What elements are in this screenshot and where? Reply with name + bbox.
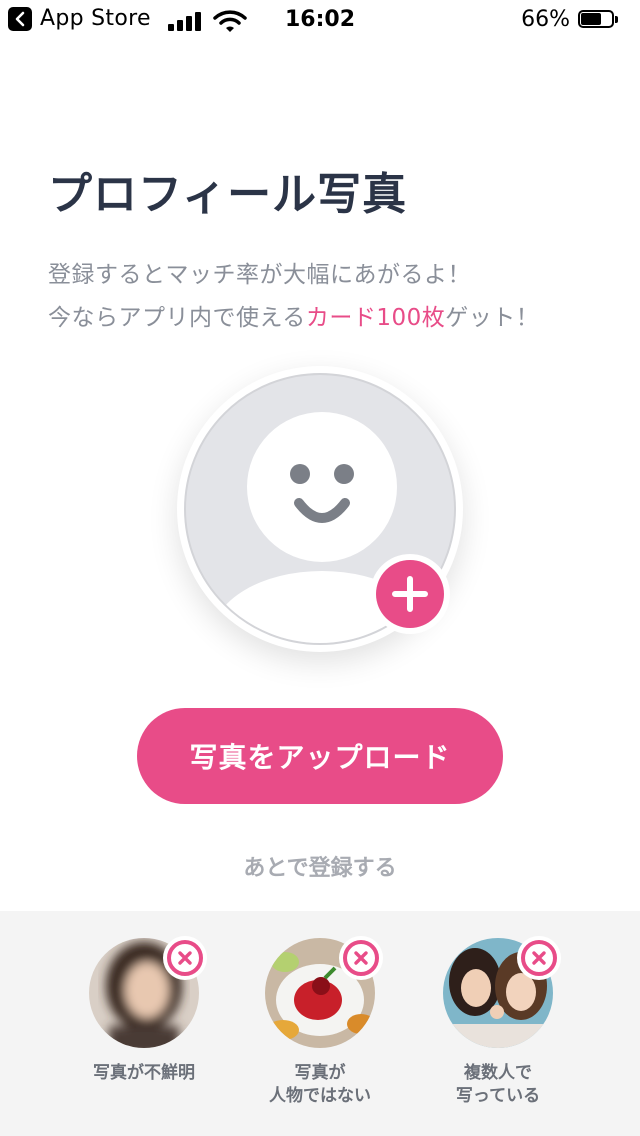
page-description: 登録するとマッチ率が大幅にあがるよ！ 今ならアプリ内で使えるカード100枚ゲット… xyxy=(48,254,539,340)
status-bar: App Store 16:02 66% xyxy=(0,0,640,42)
add-photo-button[interactable] xyxy=(370,554,450,634)
plus-icon xyxy=(376,560,444,628)
x-mark-icon xyxy=(339,936,383,980)
bad-example-caption: 写真が不鮮明 xyxy=(93,1063,195,1083)
battery-percentage: 66% xyxy=(521,7,570,32)
bad-example-caption: 写真が 人物ではない xyxy=(269,1063,371,1106)
card-bonus-highlight: カード100枚 xyxy=(305,305,446,331)
description-line-2: 今ならアプリ内で使えるカード100枚ゲット！ xyxy=(48,297,539,340)
bad-example-multiple-people: 複数人で 写っている xyxy=(408,936,588,1108)
upload-photo-button[interactable]: 写真をアップロード xyxy=(137,708,503,804)
register-later-link[interactable]: あとで登録する xyxy=(0,850,640,882)
bad-example-not-person: 写真が 人物ではない xyxy=(230,936,410,1108)
description-prefix: 今ならアプリ内で使える xyxy=(48,305,306,331)
description-line-1: 登録するとマッチ率が大幅にあがるよ！ xyxy=(48,262,471,288)
x-mark-icon xyxy=(517,936,561,980)
bad-photo-examples: 写真が不鮮明 写真が 人物ではない 複数人で 写っている xyxy=(0,911,640,1136)
page-title: プロフィール写真 xyxy=(48,169,408,220)
bad-example-blurry: 写真が不鮮明 xyxy=(54,936,234,1085)
profile-photo-placeholder[interactable] xyxy=(177,366,463,652)
x-mark-icon xyxy=(163,936,207,980)
description-suffix: ゲット！ xyxy=(445,305,540,331)
bad-example-caption: 複数人で 写っている xyxy=(455,1063,541,1106)
battery-icon xyxy=(578,10,620,30)
